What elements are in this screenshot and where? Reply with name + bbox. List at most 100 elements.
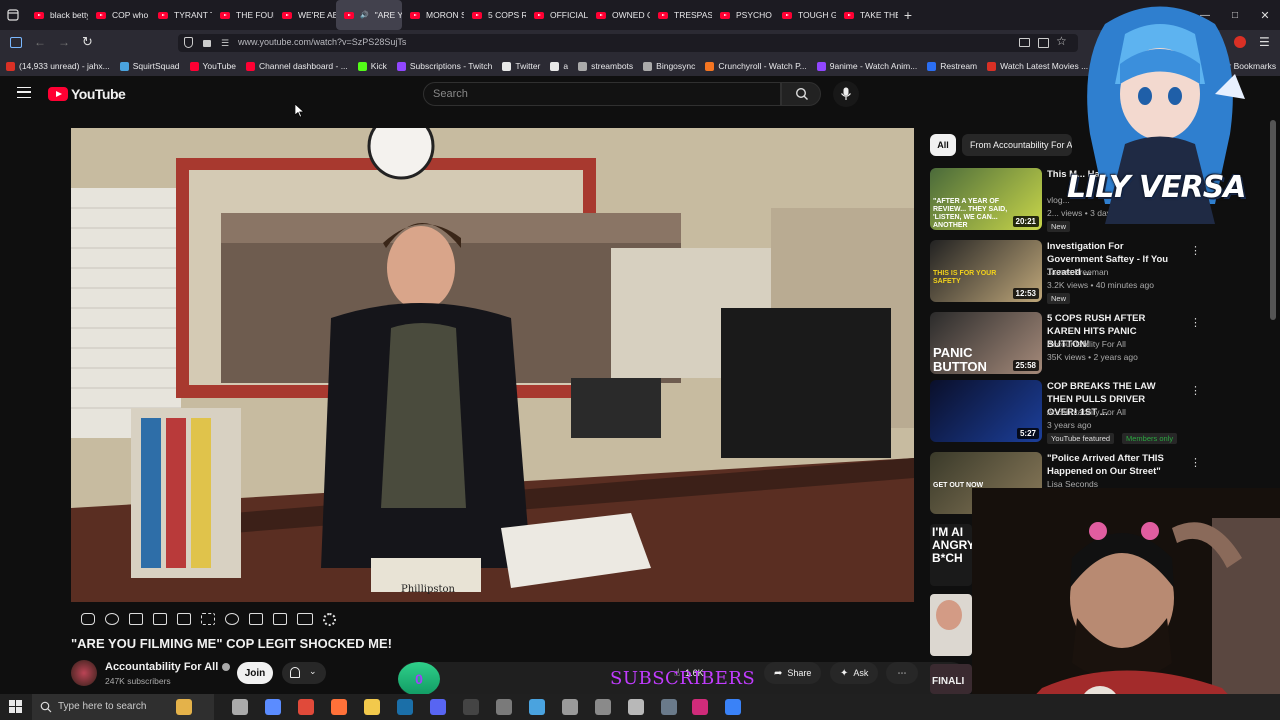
firefox-icon[interactable] — [331, 699, 347, 715]
bookmark-item[interactable]: Kick — [357, 61, 387, 71]
bookmark-item[interactable]: streambots — [578, 61, 633, 71]
obs-icon[interactable] — [463, 699, 479, 715]
youtube-logo[interactable]: YouTube — [48, 86, 126, 102]
folder-widget-icon[interactable] — [176, 699, 192, 715]
browser-tab[interactable]: MORON STO — [402, 0, 464, 30]
recommended-video[interactable]: PANIC BUTTON 25:58 5 COPS RUSH AFTER KAREN… — [930, 312, 1201, 378]
recommended-video-channel[interactable]: James Freeman — [1047, 267, 1108, 277]
filter-chip-channel[interactable]: From Accountability For All — [962, 134, 1072, 156]
browser-tab[interactable]: COP who wa — [88, 0, 150, 30]
browser-tab[interactable]: 🔊"ARE Y✕ — [336, 0, 402, 30]
app-icon[interactable] — [661, 699, 677, 715]
bluetooth-icon[interactable] — [725, 699, 741, 715]
bookmark-item[interactable]: YouTube — [189, 61, 236, 71]
recommended-video[interactable]: THIS IS FOR YOUR SAFETY 12:53 Investigatio… — [930, 240, 1201, 306]
more-options-icon[interactable]: ⋮ — [1190, 456, 1201, 469]
video-thumbnail[interactable]: THIS IS FOR YOUR SAFETY 12:53 — [930, 240, 1042, 302]
browser-tab[interactable]: WE'RE ABC — [274, 0, 336, 30]
more-actions-button[interactable]: ⋯ — [886, 662, 918, 684]
settings-gear-icon[interactable] — [323, 612, 336, 626]
app-icon[interactable] — [595, 699, 611, 715]
next-icon[interactable] — [692, 699, 708, 715]
steam-icon[interactable] — [397, 699, 413, 715]
sidebar-toggle-icon[interactable] — [10, 37, 22, 48]
tab-list-icon[interactable] — [0, 0, 26, 30]
page-scrollbar[interactable] — [1270, 120, 1276, 320]
bookmark-item[interactable]: Restream — [927, 61, 977, 71]
more-options-icon[interactable]: ⋮ — [1190, 316, 1201, 329]
pip-icon[interactable] — [1019, 38, 1030, 47]
channel-avatar[interactable] — [71, 660, 97, 686]
app-icon[interactable] — [562, 699, 578, 715]
loop-icon[interactable] — [81, 613, 95, 625]
bookmark-item[interactable]: Channel dashboard - ... — [245, 61, 348, 71]
reader-view-icon[interactable] — [1038, 38, 1049, 48]
search-input[interactable] — [423, 82, 781, 106]
browser-tab[interactable]: black betty - — [26, 0, 88, 30]
copilot-icon[interactable] — [265, 699, 281, 715]
windows-start-button[interactable] — [9, 700, 22, 713]
bookmark-item[interactable]: SquirtSquad — [119, 61, 180, 71]
join-button[interactable]: Join — [237, 662, 273, 684]
reload-button[interactable]: ↻ — [82, 34, 93, 50]
side-thumbnail[interactable] — [930, 594, 972, 656]
speed-icon[interactable] — [225, 613, 239, 625]
address-url[interactable]: www.youtube.com/watch?v=SzPS28SujTs — [238, 37, 406, 47]
browser-tab[interactable]: THE FOUR FC — [212, 0, 274, 30]
keyboard-icon[interactable] — [297, 613, 313, 625]
forward-button[interactable]: → — [58, 35, 70, 49]
more-options-icon[interactable]: ⋮ — [1190, 244, 1201, 257]
search-button[interactable] — [781, 82, 821, 106]
discord-icon[interactable] — [430, 699, 446, 715]
bookmark-item[interactable]: Crunchyroll - Watch P... — [705, 61, 807, 71]
audio-icon[interactable] — [105, 613, 119, 625]
crop-icon[interactable] — [177, 613, 191, 625]
shield-icon[interactable] — [184, 37, 193, 48]
browser-tab[interactable]: 5 COPS RUSH — [464, 0, 526, 30]
bookmark-item[interactable]: Twitter — [502, 61, 540, 71]
browser-tab[interactable]: OFFICIAL SHU — [526, 0, 588, 30]
app-icon[interactable] — [529, 699, 545, 715]
recommended-video-channel[interactable]: Accountability For All — [1047, 339, 1126, 349]
filter-chip-all[interactable]: All — [930, 134, 956, 156]
subtitle-icon[interactable] — [201, 613, 215, 625]
back-button[interactable]: ← — [34, 35, 46, 49]
add-icon[interactable] — [249, 613, 263, 625]
app-icon[interactable] — [628, 699, 644, 715]
more-options-icon[interactable]: ⋮ — [1190, 384, 1201, 397]
recommended-video[interactable]: 5:27 COP BREAKS THE LAW THEN PULLS DRIVER… — [930, 380, 1201, 446]
screenshot-icon[interactable] — [273, 613, 287, 625]
recommended-video-title[interactable]: "Police Arrived After THIS Happened on O… — [1047, 452, 1177, 478]
browser-tab[interactable]: TOUGH GUY — [774, 0, 836, 30]
bookmark-item[interactable]: a — [550, 61, 568, 71]
share-button[interactable]: ➦ Share — [764, 662, 822, 684]
video-thumbnail[interactable]: 5:27 — [930, 380, 1042, 442]
speaker-icon[interactable]: 🔊 — [360, 11, 369, 19]
video-thumbnail[interactable]: "AFTER A YEAR OF REVIEW... THEY SAID, 'L… — [930, 168, 1042, 230]
bookmark-item[interactable]: (14,933 unread) - jahx... — [6, 61, 110, 71]
notifications-button[interactable]: ⌄ — [282, 662, 326, 684]
clapper-icon[interactable] — [153, 613, 167, 625]
video-thumbnail[interactable]: PANIC BUTTON 25:58 — [930, 312, 1042, 374]
new-tab-button[interactable]: + — [898, 0, 918, 30]
channel-name[interactable]: Accountability For All — [105, 661, 231, 673]
permissions-icon[interactable]: ☰ — [221, 38, 229, 49]
file-explorer-icon[interactable] — [364, 699, 380, 715]
voice-search-button[interactable] — [833, 81, 859, 107]
browser-tab[interactable]: PSYCHO HAS — [712, 0, 774, 30]
video-player[interactable]: Phillipston — [71, 128, 914, 602]
app-menu-icon[interactable]: ☰ — [1259, 35, 1270, 49]
browser-tab[interactable]: TYRANT TOW — [150, 0, 212, 30]
hamburger-menu-icon[interactable] — [17, 87, 31, 98]
side-thumbnail[interactable]: I'M AI ANGRY B*CH — [930, 524, 972, 586]
chrome-icon[interactable] — [298, 699, 314, 715]
recommended-video-channel[interactable]: Accountability For All — [1047, 407, 1126, 417]
task-view-icon[interactable] — [232, 699, 248, 715]
bookmark-item[interactable]: Bingosync — [643, 61, 695, 71]
lock-icon[interactable] — [203, 40, 211, 47]
bookmark-item[interactable]: Subscriptions - Twitch — [396, 61, 492, 71]
app-icon[interactable] — [496, 699, 512, 715]
queue-icon[interactable] — [129, 613, 143, 625]
browser-tab[interactable]: TRESPASS RE — [650, 0, 712, 30]
browser-tab[interactable]: OWNED OFF — [588, 0, 650, 30]
